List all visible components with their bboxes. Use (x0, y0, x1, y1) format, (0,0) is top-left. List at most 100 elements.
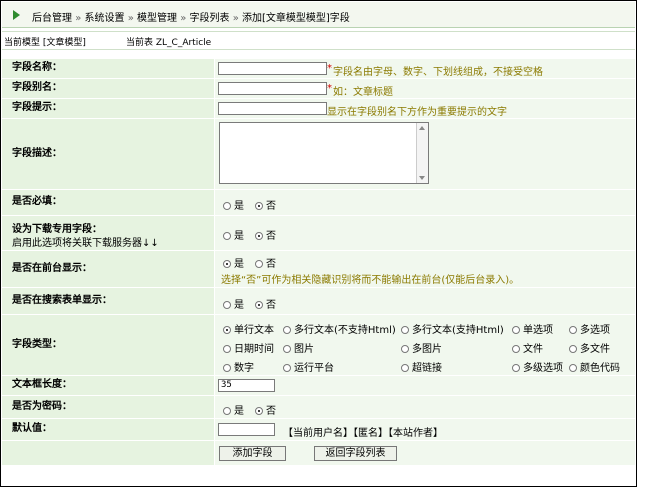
row-password: 是否为密码： 是 否 (2, 396, 635, 419)
row-field-alias: 字段别名： * 如：文章标题 (2, 79, 635, 99)
breadcrumb-item-home[interactable]: 后台管理 (32, 13, 72, 24)
radio-icon[interactable] (223, 260, 231, 268)
radio-icon[interactable] (223, 364, 231, 372)
radio-icon[interactable] (255, 202, 263, 210)
type-option[interactable]: 图片 (283, 340, 314, 355)
field-name-hint: 字段名由字母、数字、下划线组成，不接受空格 (333, 67, 543, 78)
radio-icon[interactable] (223, 202, 231, 210)
type-option[interactable]: 文件 (512, 340, 543, 355)
field-type-label: 字段类型： (2, 315, 214, 375)
field-tip-label: 字段提示： (2, 99, 214, 118)
field-name-input[interactable] (218, 62, 327, 75)
type-option[interactable]: 多图片 (401, 340, 442, 355)
textarea-scrollbar[interactable] (416, 123, 428, 183)
radio-icon[interactable] (223, 345, 231, 353)
radio-icon[interactable] (401, 345, 409, 353)
required-star: * (327, 83, 332, 94)
radio-icon[interactable] (283, 364, 291, 372)
download-label-cell: 设为下载专用字段： 启用此选项将关联下载服务器↓↓ (2, 216, 214, 250)
length-label: 文本框长度： (2, 376, 214, 395)
type-option[interactable]: 运行平台 (283, 359, 334, 374)
breadcrumb-item-models[interactable]: 模型管理 (137, 13, 177, 24)
type-option[interactable]: 多文件 (569, 340, 610, 355)
type-option[interactable]: 多级选项 (512, 359, 563, 374)
row-length: 文本框长度： 35 (2, 376, 635, 396)
radio-icon[interactable] (569, 326, 577, 334)
default-value-tags[interactable]: 【当前用户名】【匿名】【本站作者】 (283, 424, 443, 439)
radio-icon[interactable] (223, 232, 231, 240)
type-option[interactable]: 多行文本(不支持Html) (283, 321, 396, 336)
back-to-list-button[interactable]: 返回字段列表 (314, 446, 397, 461)
radio-required-yes[interactable]: 是 (223, 197, 244, 212)
radio-icon[interactable] (569, 345, 577, 353)
radio-icon[interactable] (223, 326, 231, 334)
buttons-label-cell (2, 441, 214, 465)
breadcrumb-separator: » (180, 13, 187, 24)
type-option[interactable]: 多行文本(支持Html) (401, 321, 504, 336)
radio-search-yes[interactable]: 是 (223, 296, 244, 311)
row-download: 设为下载专用字段： 启用此选项将关联下载服务器↓↓ 是 否 (2, 216, 635, 251)
radio-download-no[interactable]: 否 (255, 227, 276, 242)
field-tip-input[interactable] (218, 102, 327, 115)
field-name-label: 字段名称： (2, 59, 214, 78)
field-type-options: 单行文本 多行文本(不支持Html) 多行文本(支持Html) 单选项 多选项 … (215, 315, 635, 375)
row-buttons: 添加字段 返回字段列表 (2, 441, 635, 466)
type-option[interactable]: 日期时间 (223, 340, 274, 355)
radio-icon[interactable] (401, 326, 409, 334)
type-option[interactable]: 单选项 (512, 321, 553, 336)
radio-icon[interactable] (512, 326, 520, 334)
field-alias-label: 字段别名： (2, 79, 214, 98)
type-option[interactable]: 多选项 (569, 321, 610, 336)
radio-icon[interactable] (512, 345, 520, 353)
current-table: 当前表 ZL_C_Article (126, 38, 212, 48)
field-alias-input[interactable] (218, 82, 327, 95)
field-tip-hint: 显示在字段别名下方作为重要提示的文字 (327, 107, 507, 118)
radio-icon[interactable] (401, 364, 409, 372)
radio-front-yes[interactable]: 是 (223, 255, 244, 270)
scroll-up-icon[interactable] (419, 126, 425, 130)
scroll-down-icon[interactable] (419, 176, 425, 180)
radio-icon[interactable] (223, 407, 231, 415)
radio-icon[interactable] (255, 407, 263, 415)
field-desc-textarea[interactable] (219, 122, 429, 184)
radio-search-no[interactable]: 否 (255, 296, 276, 311)
password-label: 是否为密码： (2, 396, 214, 418)
radio-icon[interactable] (255, 232, 263, 240)
breadcrumb-item-current: 添加[文章模型模型]字段 (242, 13, 350, 24)
type-option[interactable]: 单行文本 (223, 321, 274, 336)
breadcrumb-item-settings[interactable]: 系统设置 (85, 13, 125, 24)
row-required: 是否必填： 是 否 (2, 190, 635, 216)
breadcrumb-separator: » (127, 13, 134, 24)
radio-icon[interactable] (283, 326, 291, 334)
breadcrumb-separator: » (232, 13, 239, 24)
type-option[interactable]: 超链接 (401, 359, 442, 374)
search-show-label: 是否在搜索表单显示： (2, 288, 214, 314)
field-desc-label: 字段描述： (2, 119, 214, 189)
radio-icon[interactable] (283, 345, 291, 353)
radio-password-no[interactable]: 否 (255, 402, 276, 417)
main-frame: 后台管理 » 系统设置 » 模型管理 » 字段列表 » 添加[文章模型模型]字段… (0, 0, 637, 487)
radio-icon[interactable] (512, 364, 520, 372)
radio-front-no[interactable]: 否 (255, 255, 276, 270)
row-field-type: 字段类型： 单行文本 多行文本(不支持Html) 多行文本(支持Html) 单选… (2, 315, 635, 376)
radio-icon[interactable] (255, 260, 263, 268)
default-input[interactable] (218, 423, 275, 436)
front-show-note: 选择“否”可作为相关隐藏识别将而不能输出在前台(仅能后台录入)。 (221, 275, 520, 286)
row-search-show: 是否在搜索表单显示： 是 否 (2, 288, 635, 315)
radio-download-yes[interactable]: 是 (223, 227, 244, 242)
radio-icon[interactable] (255, 301, 263, 309)
radio-required-no[interactable]: 否 (255, 197, 276, 212)
field-form: 字段名称： * 字段名由字母、数字、下划线组成，不接受空格 字段别名： * 如：… (2, 59, 635, 466)
row-field-tip: 字段提示： 显示在字段别名下方作为重要提示的文字 (2, 99, 635, 119)
download-sub-label: 启用此选项将关联下载服务器↓↓ (12, 238, 159, 249)
add-field-button[interactable]: 添加字段 (219, 446, 286, 461)
radio-icon[interactable] (223, 301, 231, 309)
type-option[interactable]: 数字 (223, 359, 254, 374)
radio-password-yes[interactable]: 是 (223, 402, 244, 417)
length-input[interactable]: 35 (218, 379, 275, 392)
radio-icon[interactable] (569, 364, 577, 372)
row-field-desc: 字段描述： (2, 119, 635, 190)
breadcrumb-item-fields[interactable]: 字段列表 (190, 13, 230, 24)
required-label: 是否必填： (2, 190, 214, 215)
type-option[interactable]: 颜色代码 (569, 359, 620, 374)
